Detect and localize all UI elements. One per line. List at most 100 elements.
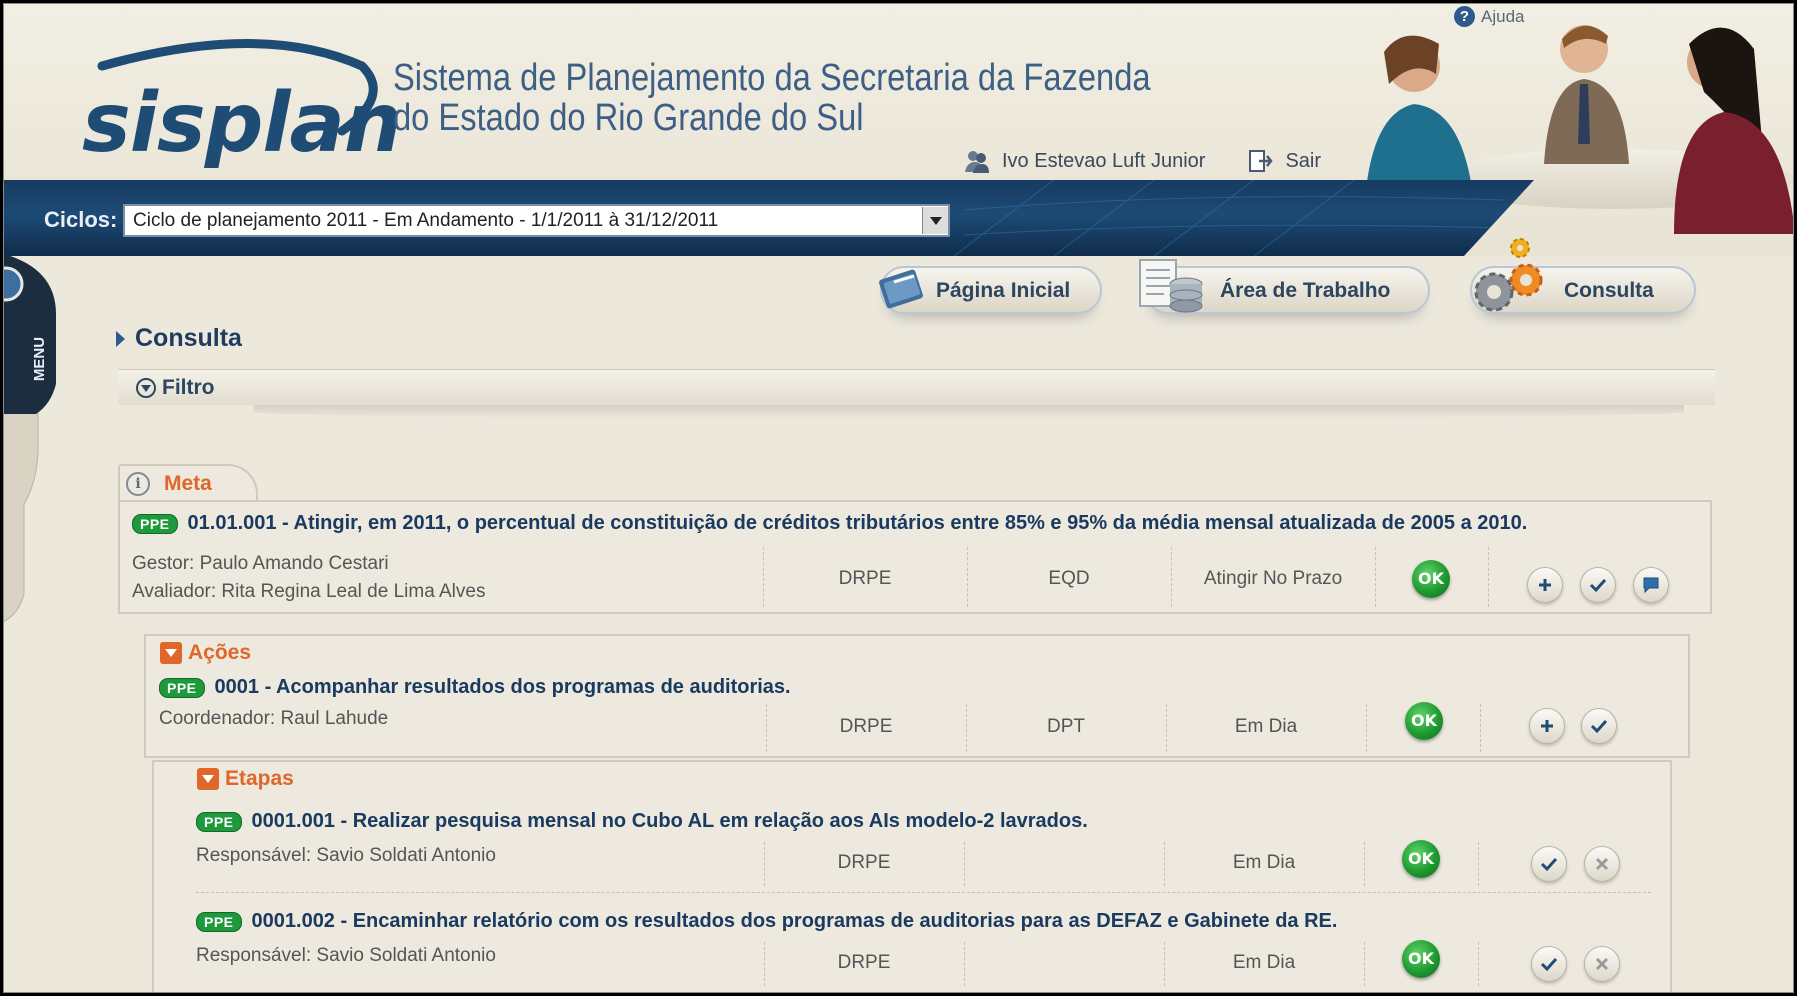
- divider: [964, 942, 965, 986]
- etapa-status-ok-icon: OK: [1402, 840, 1440, 878]
- acao-status-ok-icon: OK: [1405, 702, 1443, 740]
- acao-title-text: 0001 - Acompanhar resultados dos program…: [214, 676, 791, 698]
- page-title: Consulta: [116, 324, 242, 353]
- etapa-responsavel: Responsável: Savio Soldati Antonio: [196, 845, 496, 866]
- user-name: Ivo Estevao Luft Junior: [1002, 149, 1206, 172]
- filter-bar[interactable]: Filtro: [118, 369, 1715, 405]
- ppe-badge: PPE: [159, 677, 205, 698]
- ppe-badge: PPE: [196, 911, 242, 932]
- divider: [1480, 704, 1481, 752]
- acoes-section-label[interactable]: Ações: [160, 641, 251, 665]
- plus-icon: [1541, 720, 1553, 732]
- divider: [1488, 547, 1489, 607]
- system-title: Sistema de Planejamento da Secretaria da…: [393, 58, 1151, 138]
- page-title-text: Consulta: [135, 324, 242, 352]
- check-icon: [1540, 857, 1558, 872]
- etapa-situation: Em Dia: [1232, 952, 1296, 973]
- chevron-down-icon[interactable]: [922, 207, 948, 234]
- delete-button[interactable]: [1584, 946, 1620, 982]
- logout-icon[interactable]: [1247, 148, 1274, 174]
- user-bar: Ivo Estevao Luft Junior Sair: [964, 144, 1364, 178]
- divider: [1375, 547, 1376, 607]
- users-icon: [965, 151, 989, 173]
- collapse-arrow-icon: [160, 642, 182, 664]
- system-title-line2: do Estado do Rio Grande do Sul: [393, 97, 864, 139]
- cycle-label: Ciclos:: [44, 207, 118, 232]
- etapa-title-text: 0001.001 - Realizar pesquisa mensal no C…: [251, 810, 1088, 832]
- ppe-badge: PPE: [132, 513, 178, 534]
- workspace-button[interactable]: Área de Trabalho: [1139, 259, 1430, 314]
- add-button[interactable]: [1529, 708, 1565, 744]
- filter-toggle[interactable]: Filtro: [136, 376, 215, 400]
- acao-situation: Em Dia: [1234, 716, 1298, 737]
- collapse-arrow-icon: [197, 768, 219, 790]
- meta-avaliador: Avaliador: Rita Regina Leal de Lima Alve…: [132, 581, 486, 602]
- menu-label: MENU: [31, 337, 48, 381]
- etapas-section-label-text: Etapas: [225, 767, 294, 790]
- filter-shadow: [254, 405, 1684, 419]
- acao-type: DPT: [1047, 716, 1085, 737]
- check-button[interactable]: [1531, 846, 1567, 882]
- check-button[interactable]: [1531, 946, 1567, 982]
- meta-header: i Meta: [126, 472, 212, 496]
- check-button[interactable]: [1581, 708, 1617, 744]
- check-icon: [1590, 719, 1608, 734]
- meta-title[interactable]: PPE 01.01.001 - Atingir, em 2011, o perc…: [132, 512, 1527, 535]
- etapa-situation: Em Dia: [1232, 852, 1296, 873]
- etapa-unit: DRPE: [837, 952, 891, 973]
- expand-triangle-icon: [116, 330, 125, 347]
- etapa-responsavel: Responsável: Savio Soldati Antonio: [196, 945, 496, 966]
- gears-icon: [1474, 238, 1543, 312]
- divider: [1478, 942, 1479, 986]
- close-icon: [1595, 957, 1609, 971]
- meta-unit: DRPE: [838, 568, 892, 589]
- etapas-section-label[interactable]: Etapas: [197, 767, 294, 791]
- divider: [1478, 842, 1479, 886]
- logout-link[interactable]: Sair: [1285, 150, 1321, 173]
- workspace-icon: [1139, 259, 1203, 313]
- home-button-label: Página Inicial: [936, 279, 1071, 302]
- etapa-title[interactable]: PPE 0001.001 - Realizar pesquisa mensal …: [196, 810, 1088, 833]
- cycle-select[interactable]: Ciclo de planejamento 2011 - Em Andament…: [123, 204, 950, 237]
- sisplan-logo[interactable]: sisplan: [42, 26, 402, 176]
- filter-label: Filtro: [162, 376, 215, 399]
- meta-section-label: Meta: [164, 472, 212, 495]
- meta-type: EQD: [1048, 568, 1090, 589]
- check-icon: [1540, 957, 1558, 972]
- close-icon: [1595, 857, 1609, 871]
- acao-coordenador: Coordenador: Raul Lahude: [159, 708, 389, 729]
- add-button[interactable]: [1527, 567, 1563, 603]
- info-icon[interactable]: i: [126, 472, 150, 496]
- app-window: sisplan Sistema de Planejamento da Secre…: [3, 3, 1794, 993]
- etapa-title[interactable]: PPE 0001.002 - Encaminhar relatório com …: [196, 910, 1337, 933]
- acao-title[interactable]: PPE 0001 - Acompanhar resultados dos pro…: [159, 676, 791, 699]
- cycle-select-value: Ciclo de planejamento 2011 - Em Andament…: [133, 209, 719, 231]
- etapa-status-ok-icon: OK: [1402, 940, 1440, 978]
- comment-icon: [1643, 577, 1659, 594]
- home-button[interactable]: Página Inicial: [879, 266, 1102, 314]
- meta-gestor: Gestor: Paulo Amando Cestari: [132, 553, 389, 574]
- ppe-badge: PPE: [196, 811, 242, 832]
- workspace-button-label: Área de Trabalho: [1220, 279, 1391, 302]
- divider: [1366, 704, 1367, 752]
- check-button[interactable]: [1580, 567, 1616, 603]
- check-icon: [1589, 578, 1607, 593]
- etapa-unit: DRPE: [837, 852, 891, 873]
- plus-icon: [1539, 579, 1551, 591]
- acoes-section-label-text: Ações: [188, 641, 252, 664]
- etapa-title-text: 0001.002 - Encaminhar relatório com os r…: [251, 910, 1338, 932]
- meta-title-text: 01.01.001 - Atingir, em 2011, o percentu…: [187, 512, 1528, 534]
- side-menu-tab[interactable]: MENU: [3, 254, 76, 626]
- logo-text: sisplan: [82, 76, 402, 171]
- divider: [964, 842, 965, 886]
- row-divider: [196, 892, 1651, 893]
- meta-situation: Atingir No Prazo: [1203, 568, 1343, 589]
- home-book-icon: [879, 269, 923, 309]
- comment-button[interactable]: [1633, 567, 1669, 603]
- menu-toggle-icon: [4, 266, 24, 302]
- system-title-line1: Sistema de Planejamento da Secretaria da…: [393, 57, 1151, 99]
- delete-button[interactable]: [1584, 846, 1620, 882]
- query-button[interactable]: Consulta: [1470, 238, 1696, 314]
- acao-unit: DRPE: [839, 716, 893, 737]
- query-button-label: Consulta: [1564, 279, 1654, 302]
